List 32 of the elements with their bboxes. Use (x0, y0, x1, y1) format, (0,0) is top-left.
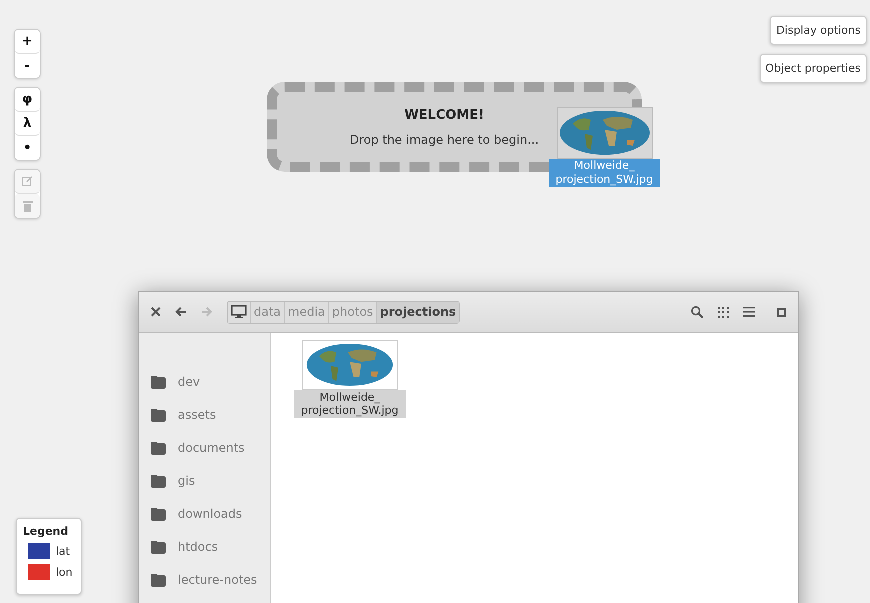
folder-icon (151, 508, 166, 520)
folder-icon (151, 540, 166, 554)
folder-label[interactable]: dev (178, 375, 200, 389)
panel-button[interactable]: Display options (770, 16, 867, 45)
map-control-button[interactable]: φ (15, 88, 40, 112)
folder-label[interactable]: downloads (178, 507, 242, 521)
legend-label: lon (56, 566, 73, 578)
folder-label[interactable]: documents (178, 441, 245, 455)
drag-file-name-tooltip: Mollweide_ projection_SW.jpg (549, 159, 660, 187)
trash-icon (22, 200, 32, 212)
drop-zone-text: Drop the image here to begin... (350, 132, 540, 146)
folder-icon (151, 376, 166, 388)
drop-zone-title: WELCOME! (404, 108, 484, 122)
map-control-button[interactable]: - (15, 54, 40, 78)
map-control-button[interactable]: + (15, 30, 40, 54)
folder-label[interactable]: htdocs (178, 540, 218, 554)
legend-label: lat (56, 544, 70, 558)
path-button[interactable]: projections (377, 302, 460, 322)
folder-label[interactable]: assets (178, 408, 216, 422)
folder-label[interactable]: gis (178, 474, 196, 488)
legend-title: Legend (23, 525, 70, 538)
file-name[interactable]: Mollweide_ projection_SW.jpg (294, 390, 406, 418)
folder-icon (151, 408, 166, 422)
folder-icon (151, 574, 166, 586)
folder-label[interactable]: lecture-notes (178, 573, 258, 587)
panel-button[interactable]: Object properties (760, 54, 867, 83)
folder-icon (151, 442, 166, 454)
edit-icon (22, 176, 33, 187)
folder-icon (151, 474, 166, 488)
map-control-button[interactable]: • (15, 136, 40, 160)
computer-icon[interactable] (228, 302, 251, 322)
map-control-button[interactable]: λ (15, 112, 40, 136)
